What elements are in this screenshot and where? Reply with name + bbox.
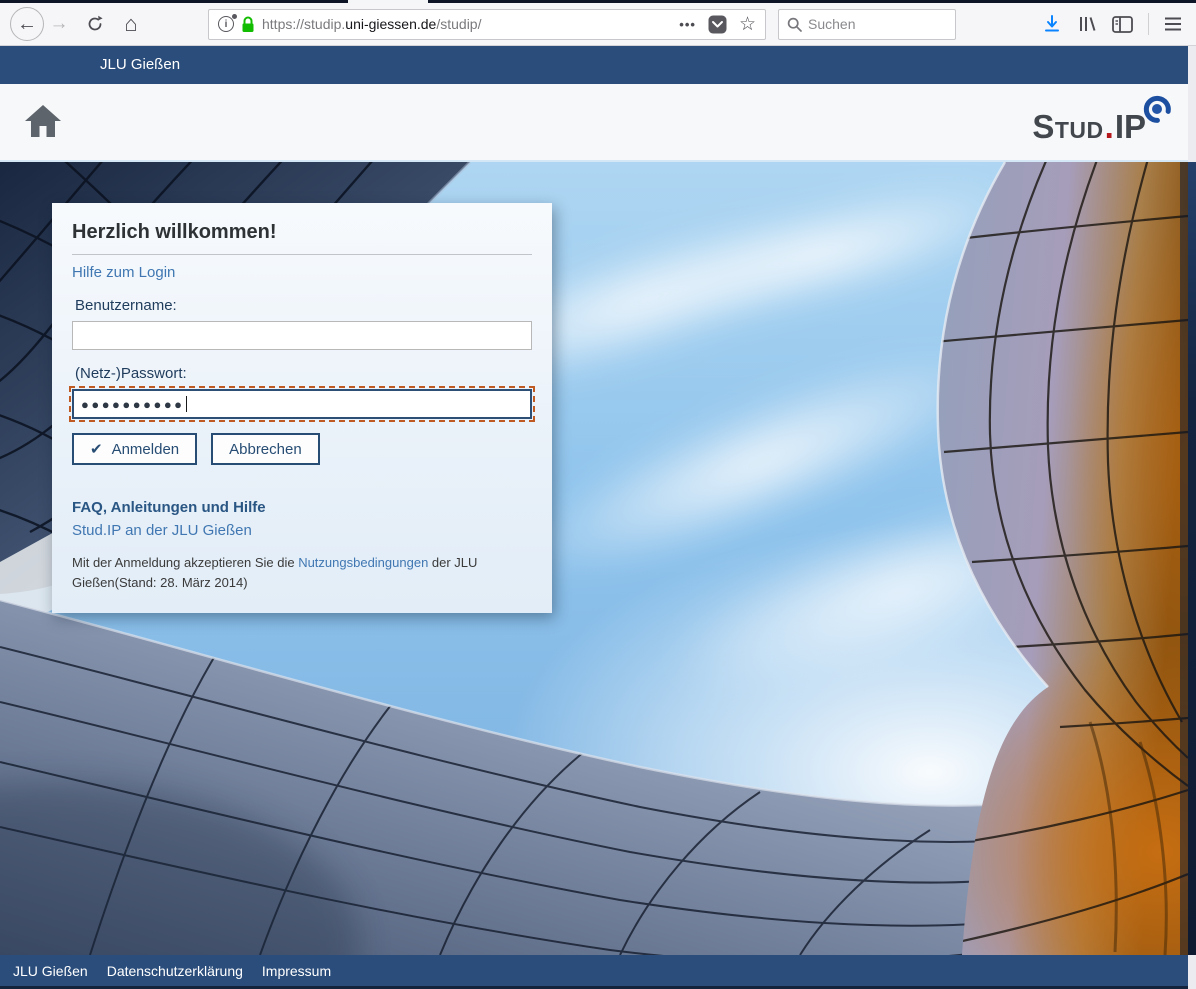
studip-jlu-link[interactable]: Stud.IP an der JLU Gießen <box>72 522 532 539</box>
vertical-scrollbar[interactable] <box>1188 46 1196 989</box>
site-top-bar: JLU Gießen <box>0 46 1196 84</box>
lock-icon[interactable] <box>241 16 255 33</box>
cancel-button-label: Abbrechen <box>229 441 302 458</box>
download-icon[interactable] <box>1042 14 1062 34</box>
reload-icon <box>86 15 104 33</box>
logo-dot: . <box>1105 108 1114 146</box>
scrollbar-thumb[interactable] <box>1188 162 1196 955</box>
terms-text: Mit der Anmeldung akzeptieren Sie die Nu… <box>72 553 534 593</box>
back-icon: ← <box>17 13 37 36</box>
page-actions-icon[interactable]: ••• <box>679 17 696 32</box>
home-link[interactable] <box>24 103 62 144</box>
text-caret <box>186 396 187 412</box>
library-icon[interactable] <box>1077 14 1097 34</box>
footer-link-jlu[interactable]: JLU Gießen <box>13 963 88 979</box>
footer: JLU Gießen Datenschutzerklärung Impressu… <box>0 955 1196 986</box>
search-bar[interactable] <box>778 9 956 40</box>
site-header: Stud.IP <box>0 84 1196 162</box>
url-path: /studip/ <box>436 16 481 32</box>
back-button[interactable]: ← <box>10 7 44 41</box>
search-input[interactable] <box>808 16 947 32</box>
username-label: Benutzername: <box>75 297 532 314</box>
terms-link[interactable]: Nutzungsbedingungen <box>298 555 428 570</box>
checkmark-icon: ✔ <box>90 440 103 458</box>
site-info-icon[interactable]: i <box>218 16 234 32</box>
browser-toolbar: ← → ⌂ i https://studip.uni-giessen.de/st… <box>0 3 1196 46</box>
menu-icon[interactable] <box>1164 16 1182 32</box>
help-login-link[interactable]: Hilfe zum Login <box>72 264 175 281</box>
url-subdomain: studip. <box>304 16 345 32</box>
faq-link[interactable]: FAQ, Anleitungen und Hilfe <box>72 499 532 516</box>
panel-divider <box>72 254 532 255</box>
cancel-button[interactable]: Abbrechen <box>211 433 320 465</box>
password-dots: ●●●●●●●●●● <box>81 398 185 411</box>
site-top-bar-title: JLU Gießen <box>100 56 180 73</box>
footer-link-impressum[interactable]: Impressum <box>262 963 331 979</box>
house-icon <box>24 103 62 139</box>
logo-swirl-icon <box>1142 94 1172 129</box>
home-button[interactable]: ⌂ <box>116 9 146 39</box>
welcome-heading: Herzlich willkommen! <box>72 221 532 244</box>
home-icon: ⌂ <box>124 11 137 37</box>
url-host: uni-giessen.de <box>345 16 436 32</box>
reload-button[interactable] <box>80 9 110 39</box>
login-panel: Herzlich willkommen! Hilfe zum Login Ben… <box>52 203 552 613</box>
url-scheme: https:// <box>262 16 304 32</box>
footer-link-datenschutz[interactable]: Datenschutzerklärung <box>107 963 243 979</box>
url-text: https://studip.uni-giessen.de/studip/ <box>262 16 672 32</box>
search-icon <box>787 17 802 32</box>
password-label: (Netz-)Passwort: <box>75 365 532 382</box>
toolbar-divider <box>1148 13 1149 35</box>
pocket-icon[interactable] <box>708 15 727 34</box>
studip-logo: Stud.IP <box>1032 108 1176 146</box>
logo-text-main: Stud <box>1032 108 1103 146</box>
forward-button[interactable]: → <box>44 9 74 39</box>
sidebar-icon[interactable] <box>1112 15 1133 34</box>
login-button[interactable]: ✔ Anmelden <box>72 433 197 465</box>
page-content: Herzlich willkommen! Hilfe zum Login Ben… <box>0 162 1196 955</box>
username-input[interactable] <box>72 321 532 350</box>
url-bar[interactable]: i https://studip.uni-giessen.de/studip/ … <box>208 9 766 40</box>
password-input[interactable]: ●●●●●●●●●● <box>72 389 532 419</box>
bookmark-star-icon[interactable]: ☆ <box>739 13 756 36</box>
forward-icon: → <box>50 13 69 35</box>
login-button-label: Anmelden <box>112 441 180 458</box>
